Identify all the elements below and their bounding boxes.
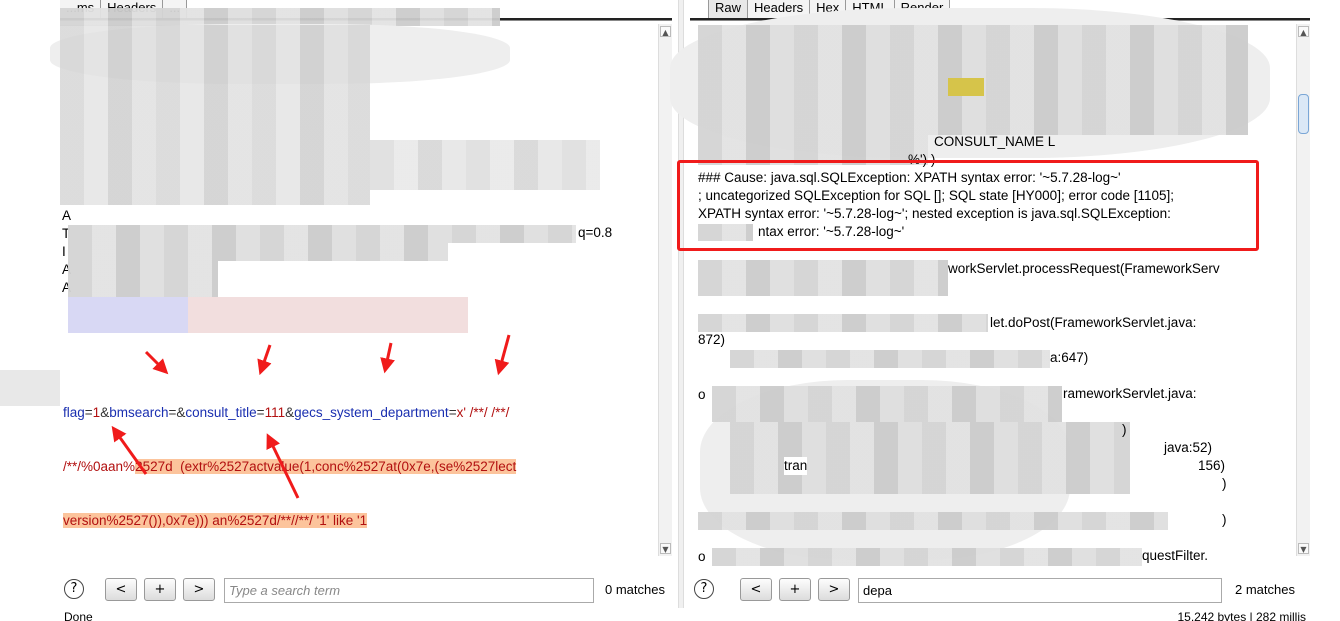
prev-match-button[interactable]: < xyxy=(740,578,772,601)
response-line: a:647) xyxy=(1050,350,1089,365)
response-line: CONSULT_NAME L xyxy=(934,134,1056,149)
response-line: let.doPost(FrameworkServlet.java: xyxy=(990,315,1197,330)
param-eq: = xyxy=(448,405,457,420)
request-body[interactable]: flag=1&bmsearch=&consult_title=111&gecs_… xyxy=(63,368,657,566)
next-match-button[interactable]: > xyxy=(818,578,850,601)
response-line: o xyxy=(698,387,706,402)
prev-match-button[interactable]: < xyxy=(105,578,137,601)
scroll-down-icon[interactable]: ▼ xyxy=(660,543,671,554)
redacted-region xyxy=(68,297,468,333)
param-eq: & xyxy=(285,405,295,420)
payload-plain: /**/%0aan% xyxy=(63,459,136,474)
param-eq: = xyxy=(256,405,265,420)
redacted-region xyxy=(948,78,984,96)
response-line: tran xyxy=(784,457,808,475)
redacted-region xyxy=(68,261,218,297)
response-line: java:52) xyxy=(1164,440,1213,455)
redacted-region xyxy=(0,370,60,406)
error-highlight-box xyxy=(677,160,1259,251)
param-val: x' /**/ /**/ xyxy=(456,405,510,420)
payload-highlight: version%2527()),0x7e))) an%2527d/**//**/… xyxy=(63,513,368,528)
response-line: rameworkServlet.java: xyxy=(1063,386,1197,401)
response-scrollbar[interactable]: ▲ ▼ xyxy=(1296,24,1310,556)
response-line: ) xyxy=(1222,512,1227,527)
scroll-thumb[interactable] xyxy=(1298,94,1309,134)
scroll-up-icon[interactable]: ▲ xyxy=(1298,26,1309,37)
redacted-region xyxy=(370,140,600,190)
request-body-line: flag=1&bmsearch=&consult_title=111&gecs_… xyxy=(63,404,657,422)
header-initial: I xyxy=(62,244,66,259)
tab-raw[interactable]: Raw xyxy=(708,0,749,18)
request-scrollbar[interactable]: ▲ ▼ xyxy=(658,24,672,556)
status-text: 15,242 bytes | 282 millis xyxy=(1177,612,1306,621)
redacted-region xyxy=(698,314,988,332)
response-line: questFilter. xyxy=(1142,548,1209,563)
next-match-button[interactable]: > xyxy=(183,578,215,601)
redacted-region xyxy=(698,260,948,296)
add-button[interactable]: + xyxy=(779,578,811,601)
redacted-region xyxy=(730,350,1050,368)
match-count: 0 matches xyxy=(605,582,665,597)
help-icon[interactable]: ? xyxy=(694,579,714,599)
search-input[interactable] xyxy=(224,578,594,603)
request-body-line: /**/%0aan%2527d (extr%2527actvalue(1,con… xyxy=(63,458,657,476)
scroll-down-icon[interactable]: ▼ xyxy=(1298,543,1309,554)
param-val: 111 xyxy=(264,405,286,420)
param-eq: =& xyxy=(168,405,186,420)
response-line: 156) xyxy=(1198,458,1226,473)
redacted-region xyxy=(68,225,576,243)
request-pane: ...ms Headers ... A T I A A q=0.8 flag=1… xyxy=(50,0,672,621)
scroll-up-icon[interactable]: ▲ xyxy=(660,26,671,37)
param-eq: = xyxy=(84,405,93,420)
redacted-region xyxy=(712,386,1062,422)
param-key: consult_title xyxy=(185,405,257,420)
header-initial: A xyxy=(62,208,72,223)
match-count: 2 matches xyxy=(1235,582,1295,597)
add-button[interactable]: + xyxy=(144,578,176,601)
redacted-region xyxy=(68,243,448,261)
redacted-region xyxy=(698,512,1168,530)
response-line: ) xyxy=(1122,422,1127,437)
param-eq: & xyxy=(100,405,110,420)
redacted-region xyxy=(60,25,370,205)
param-key: gecs_system_department xyxy=(294,405,449,420)
response-line: 872) xyxy=(698,332,726,347)
payload-highlight: 2527d (extr%2527actvalue(1,conc%2527at(0… xyxy=(135,459,517,474)
redacted-region xyxy=(712,548,1142,566)
status-text: Done xyxy=(64,612,93,621)
response-line: o xyxy=(698,549,706,564)
response-line: ) xyxy=(1222,476,1227,491)
response-pane: Raw Headers Hex HTML Render CONSULT_NAME… xyxy=(670,0,1310,621)
response-line: workServlet.processRequest(FrameworkServ xyxy=(948,261,1220,276)
request-search-bar: ? < + > 0 matches xyxy=(60,576,672,606)
help-icon[interactable]: ? xyxy=(64,579,84,599)
search-input[interactable] xyxy=(858,578,1222,603)
param-key: bmsearch xyxy=(109,405,169,420)
accept-q-value: q=0.8 xyxy=(578,225,613,240)
param-key: flag xyxy=(63,405,85,420)
request-body-line: version%2527()),0x7e))) an%2527d/**//**/… xyxy=(63,512,657,530)
response-search-bar: ? < + > 2 matches xyxy=(690,576,1310,606)
